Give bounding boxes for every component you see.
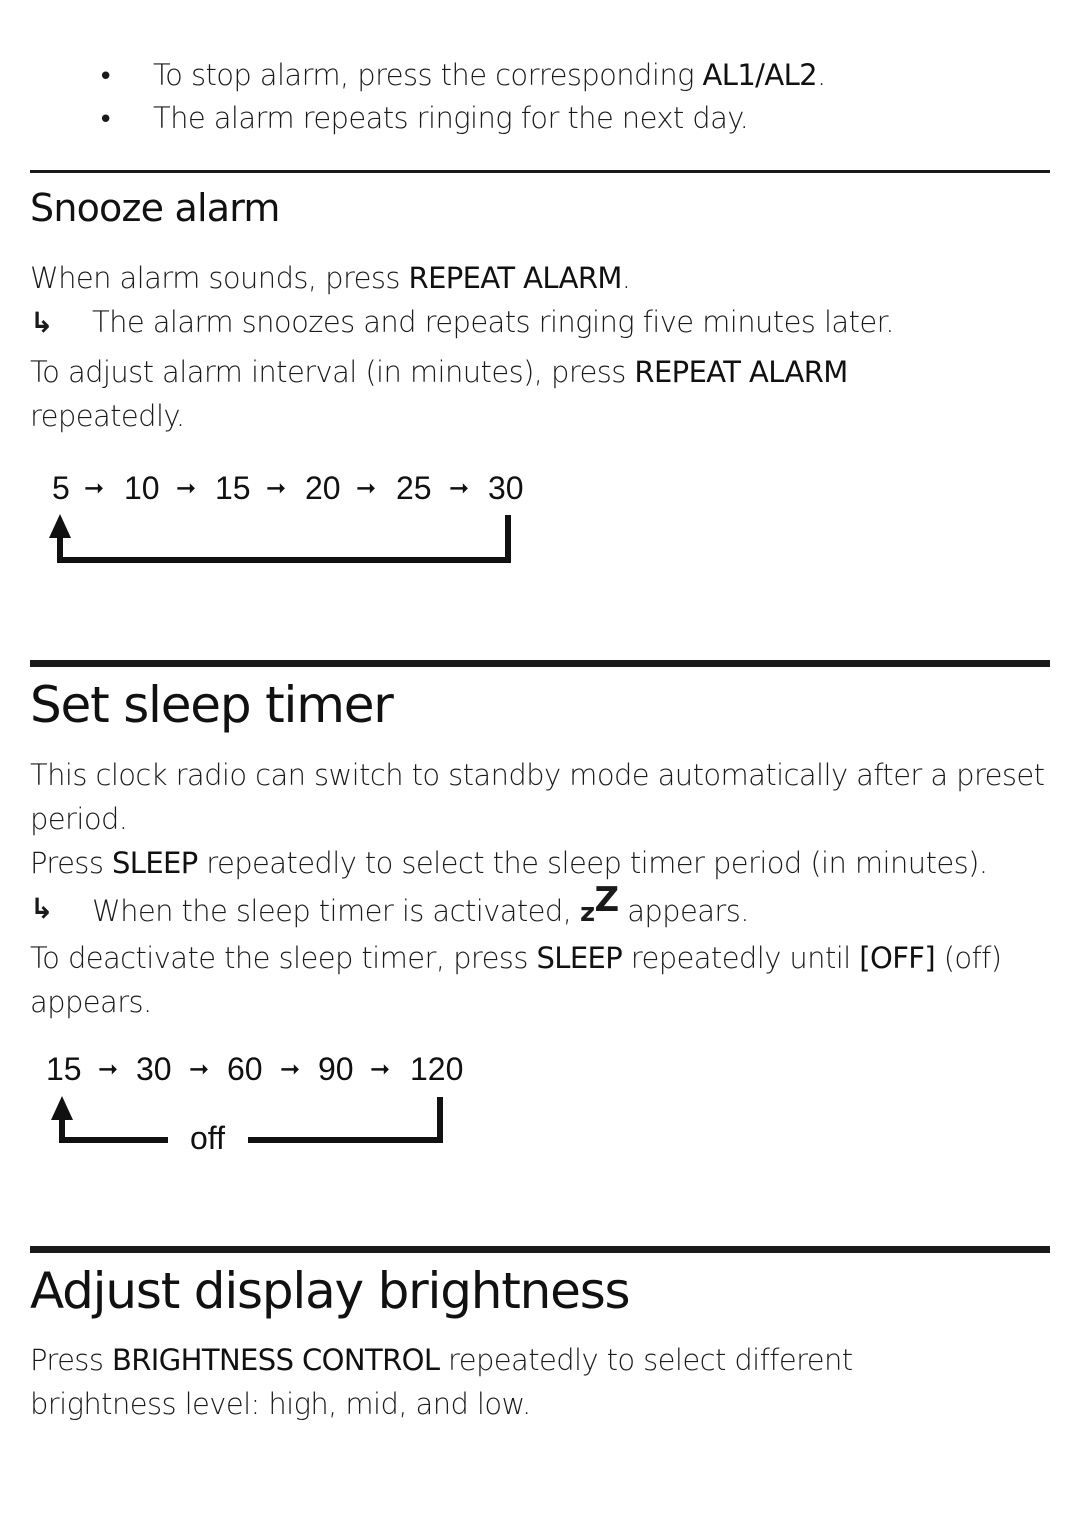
text: appears.	[618, 894, 749, 928]
sleep-period-value: 60	[227, 1051, 263, 1087]
sleep-zz-icon: zZ	[579, 880, 619, 928]
text: repeatedly to select the sleep timer per…	[197, 846, 988, 880]
section-divider	[30, 1246, 1050, 1253]
key-sleep: SLEEP	[111, 846, 198, 880]
text: repeatedly to select different	[439, 1343, 853, 1377]
sleep-period-value: 120	[410, 1051, 464, 1087]
text: Press	[30, 846, 112, 880]
brightness-line1: Press BRIGHTNESS CONTROL repeatedly to s…	[30, 1343, 853, 1377]
sleep-period-value: 30	[136, 1051, 172, 1087]
sleep-result: When the sleep timer is activated, zZ ap…	[92, 880, 749, 930]
right-arrow-icon: ➞	[280, 1055, 301, 1083]
sleep-period-value: 90	[318, 1051, 354, 1087]
sleep-period-value: 15	[46, 1051, 82, 1087]
text: (off)	[935, 941, 1002, 975]
text: repeatedly until	[622, 941, 860, 975]
text: Press	[30, 1343, 112, 1377]
key-brightness-control: BRIGHTNESS CONTROL	[111, 1343, 440, 1377]
right-arrow-icon: ➞	[189, 1055, 210, 1083]
result-arrow-icon: ↳	[30, 892, 54, 925]
section-divider	[30, 660, 1050, 667]
zz-big: Z	[594, 880, 620, 920]
sleep-heading: Set sleep timer	[30, 676, 394, 734]
sleep-deactivate-line2: appears.	[30, 985, 152, 1019]
sleep-desc-line2: period.	[30, 802, 128, 836]
display-off: [OFF]	[859, 941, 936, 975]
brightness-heading: Adjust display brightness	[30, 1262, 631, 1320]
zz-small: z	[579, 898, 595, 928]
text: To deactivate the sleep timer, press	[30, 941, 537, 975]
sleep-desc-line1: This clock radio can switch to standby m…	[30, 758, 1045, 792]
sleep-loop-arrow	[51, 1096, 443, 1143]
brightness-line2: brightness level: high, mid, and low.	[30, 1387, 531, 1421]
sleep-deactivate-line1: To deactivate the sleep timer, press SLE…	[30, 941, 1002, 975]
sleep-loop-off-label: off	[190, 1120, 225, 1156]
text: When the sleep timer is activated,	[92, 894, 580, 928]
right-arrow-icon: ➞	[370, 1055, 391, 1083]
right-arrow-icon: ➞	[98, 1055, 119, 1083]
snooze-loop-arrow	[49, 514, 511, 563]
key-sleep: SLEEP	[536, 941, 623, 975]
sleep-instruction: Press SLEEP repeatedly to select the sle…	[30, 846, 988, 880]
